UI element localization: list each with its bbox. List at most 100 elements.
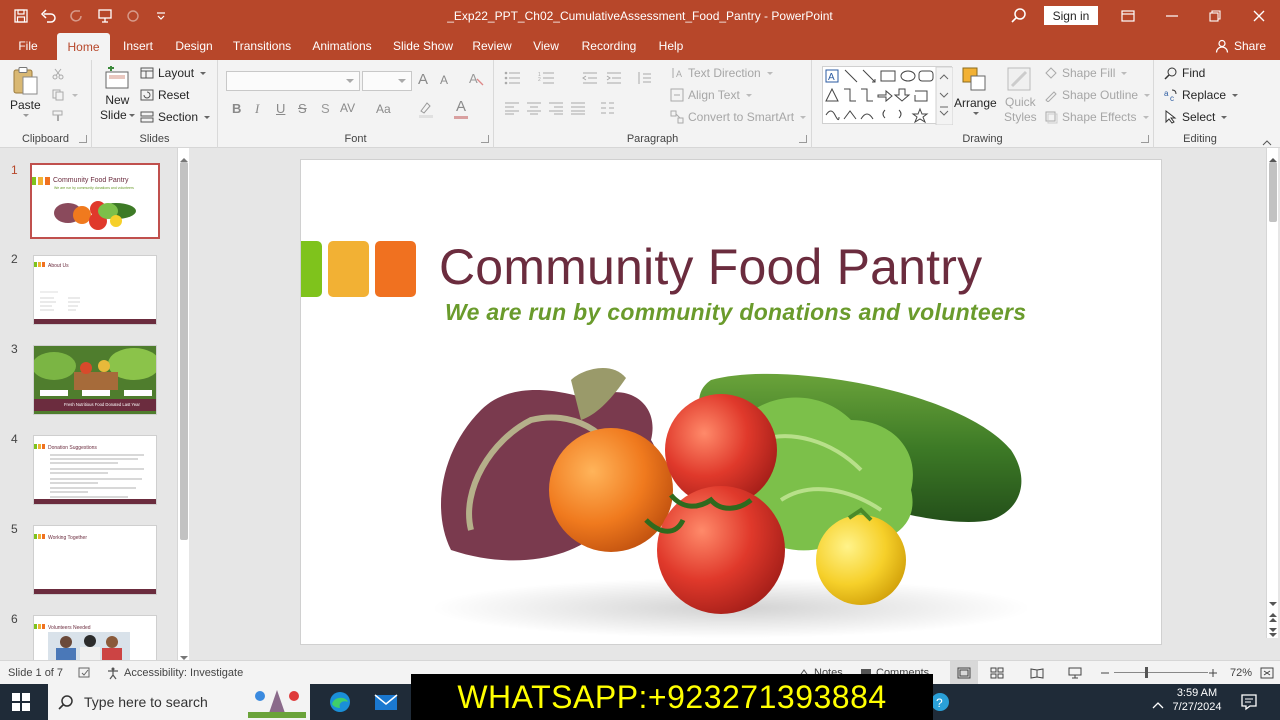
columns-icon[interactable] [600, 101, 616, 115]
normal-view-icon[interactable] [950, 661, 978, 685]
font-name-combo[interactable] [226, 71, 360, 91]
mail-icon[interactable] [374, 691, 398, 716]
collapse-ribbon-icon[interactable] [1262, 135, 1272, 146]
shapes-gallery[interactable]: A [822, 66, 954, 126]
numbering-icon[interactable]: 12 [538, 71, 556, 85]
zoom-slider[interactable] [1114, 661, 1208, 685]
shape-fill-button[interactable]: Shape Fill [1044, 66, 1128, 80]
slide-thumbnail-4[interactable]: Donation Suggestions [33, 435, 157, 505]
paragraph-launcher-icon[interactable] [799, 135, 807, 143]
new-slide-button[interactable]: New Slide [100, 66, 135, 122]
font-size-combo[interactable] [362, 71, 412, 91]
spelling-icon[interactable] [78, 661, 92, 685]
zoom-out-icon[interactable] [1100, 661, 1110, 685]
bullets-icon[interactable] [504, 71, 522, 85]
accessibility-button[interactable]: Accessibility: Investigate [106, 661, 243, 685]
zoom-in-icon[interactable] [1208, 661, 1218, 685]
align-left-icon[interactable] [504, 101, 520, 115]
decrease-indent-icon[interactable] [582, 71, 598, 85]
close-icon[interactable] [1237, 0, 1280, 32]
tab-animations[interactable]: Animations [308, 32, 376, 60]
slide-thumbnail-1[interactable]: Community Food Pantry We are run by comm… [30, 163, 160, 239]
clipboard-launcher-icon[interactable] [79, 135, 87, 143]
quick-styles-button[interactable]: Quick Styles [1004, 66, 1037, 124]
tab-insert[interactable]: Insert [118, 32, 158, 60]
tab-design[interactable]: Design [171, 32, 217, 60]
justify-icon[interactable] [570, 101, 586, 115]
character-spacing-button[interactable]: AV [340, 101, 355, 115]
slide-subtitle[interactable]: We are run by community donations and vo… [445, 299, 1026, 326]
convert-smartart-button[interactable]: Convert to SmartArt [670, 110, 807, 124]
slide-title[interactable]: Community Food Pantry [439, 238, 982, 296]
shrink-font-button[interactable]: A [440, 73, 448, 87]
taskbar-search-box[interactable]: Type here to search [48, 684, 310, 720]
reading-view-icon[interactable] [1030, 661, 1044, 685]
customize-toolbar-icon[interactable] [150, 5, 172, 27]
select-button[interactable]: Select [1164, 110, 1228, 124]
reset-button[interactable]: Reset [140, 88, 189, 102]
tab-recording[interactable]: Recording [578, 32, 640, 60]
tab-file[interactable]: File [8, 32, 48, 60]
shape-effects-button[interactable]: Shape Effects [1044, 110, 1149, 124]
format-painter-icon[interactable] [52, 110, 64, 122]
redo-icon[interactable] [66, 5, 88, 27]
undo-icon[interactable] [38, 5, 60, 27]
align-right-icon[interactable] [548, 101, 564, 115]
cut-icon[interactable] [52, 68, 64, 80]
tab-view[interactable]: View [528, 32, 564, 60]
shadow-icon[interactable]: S [320, 100, 334, 119]
grow-font-button[interactable]: A [418, 71, 428, 88]
zoom-slider-thumb[interactable] [1145, 667, 1148, 678]
restore-icon[interactable] [1193, 0, 1237, 32]
search-icon[interactable] [1008, 5, 1030, 27]
presentation-icon[interactable] [94, 5, 116, 27]
paste-button[interactable]: Paste [10, 66, 41, 117]
section-button[interactable]: Section [140, 110, 211, 124]
tab-slide-show[interactable]: Slide Show [390, 32, 456, 60]
edge-browser-icon[interactable] [328, 690, 352, 717]
clear-format-icon[interactable]: A [468, 70, 484, 89]
help-app-icon[interactable]: ? [930, 692, 950, 715]
zoom-level[interactable]: 72% [1230, 661, 1252, 685]
slide-thumbnail-2[interactable]: About Us [33, 255, 157, 325]
ribbon-display-icon[interactable] [1106, 0, 1150, 32]
tab-home[interactable]: Home [57, 33, 110, 60]
tab-transitions[interactable]: Transitions [230, 32, 294, 60]
arrange-button[interactable]: Arrange [954, 66, 997, 115]
thumbnail-scrollbar[interactable] [177, 148, 189, 660]
next-slide-icon[interactable] [1269, 626, 1277, 637]
layout-button[interactable]: Layout [140, 66, 207, 80]
previous-slide-icon[interactable] [1269, 612, 1277, 622]
slide-thumbnail-5[interactable]: Working Together [33, 525, 157, 595]
slide-canvas[interactable]: Community Food Pantry We are run by comm… [300, 159, 1162, 645]
line-spacing-icon[interactable] [636, 71, 652, 85]
text-direction-button[interactable]: A Text Direction [670, 66, 773, 80]
share-button[interactable]: Share [1215, 32, 1266, 60]
highlight-icon[interactable] [418, 100, 434, 121]
repeat-icon[interactable] [122, 5, 144, 27]
fit-to-window-icon[interactable] [1260, 661, 1274, 685]
increase-indent-icon[interactable] [606, 71, 622, 85]
slide-thumbnail-6[interactable]: Volunteers Needed [33, 615, 157, 660]
sign-in-button[interactable]: Sign in [1044, 6, 1098, 25]
underline-button[interactable]: U [276, 101, 285, 116]
font-launcher-icon[interactable] [481, 135, 489, 143]
align-center-icon[interactable] [526, 101, 542, 115]
tab-review[interactable]: Review [470, 32, 514, 60]
slide-scrollbar[interactable] [1266, 148, 1278, 638]
tab-help[interactable]: Help [654, 32, 688, 60]
font-color-button[interactable]: A [456, 98, 466, 115]
bold-button[interactable]: B [232, 101, 241, 116]
change-case-button[interactable]: Aa [376, 102, 391, 116]
minimize-icon[interactable] [1150, 0, 1194, 32]
system-clock[interactable]: 3:59 AM 7/27/2024 [1162, 684, 1232, 720]
strikethrough-button[interactable]: S [298, 101, 307, 116]
replace-button[interactable]: ac Replace [1164, 88, 1239, 102]
slide-thumbnail-3[interactable]: Fresh Nutritious Food Donated Last Year [33, 345, 157, 415]
align-text-button[interactable]: Align Text [670, 88, 752, 102]
drawing-launcher-icon[interactable] [1141, 135, 1149, 143]
copy-icon[interactable] [52, 89, 78, 101]
slide-sorter-icon[interactable] [990, 661, 1004, 685]
notifications-icon[interactable] [1240, 693, 1258, 714]
italic-button[interactable]: I [255, 101, 259, 117]
